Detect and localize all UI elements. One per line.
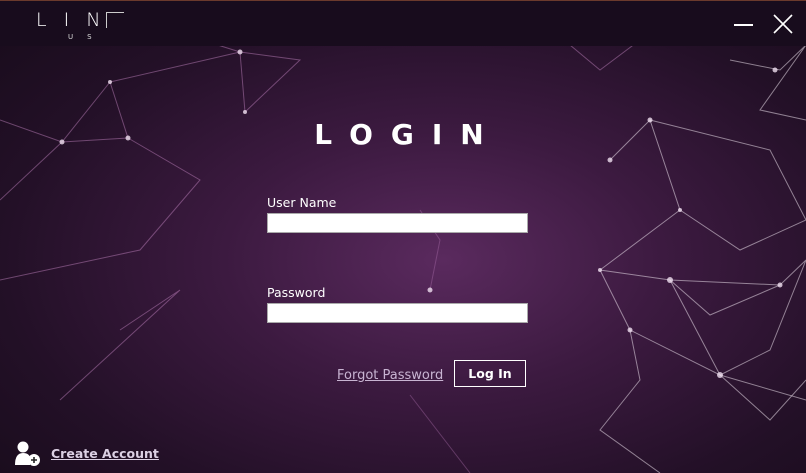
app-logo: LIN US [36, 9, 136, 43]
network-background [0, 19, 806, 473]
username-input[interactable] [267, 213, 528, 233]
username-label: User Name [267, 195, 337, 210]
password-label: Password [267, 285, 326, 300]
add-user-icon [15, 441, 40, 466]
forgot-password-link[interactable]: Forgot Password [337, 368, 443, 383]
minimize-button[interactable] [731, 11, 757, 37]
login-button[interactable]: Log In [454, 360, 526, 387]
create-account-label: Create Account [51, 446, 159, 461]
password-input[interactable] [267, 303, 528, 323]
close-button[interactable] [770, 11, 796, 37]
close-icon [773, 14, 793, 34]
page-title: LOGIN [314, 118, 502, 151]
title-bar: LIN US [0, 0, 806, 46]
create-account-link[interactable]: Create Account [14, 440, 159, 467]
logo-k-mark [106, 12, 124, 28]
minimize-icon [734, 24, 753, 26]
logo-subtext: US [68, 33, 106, 41]
